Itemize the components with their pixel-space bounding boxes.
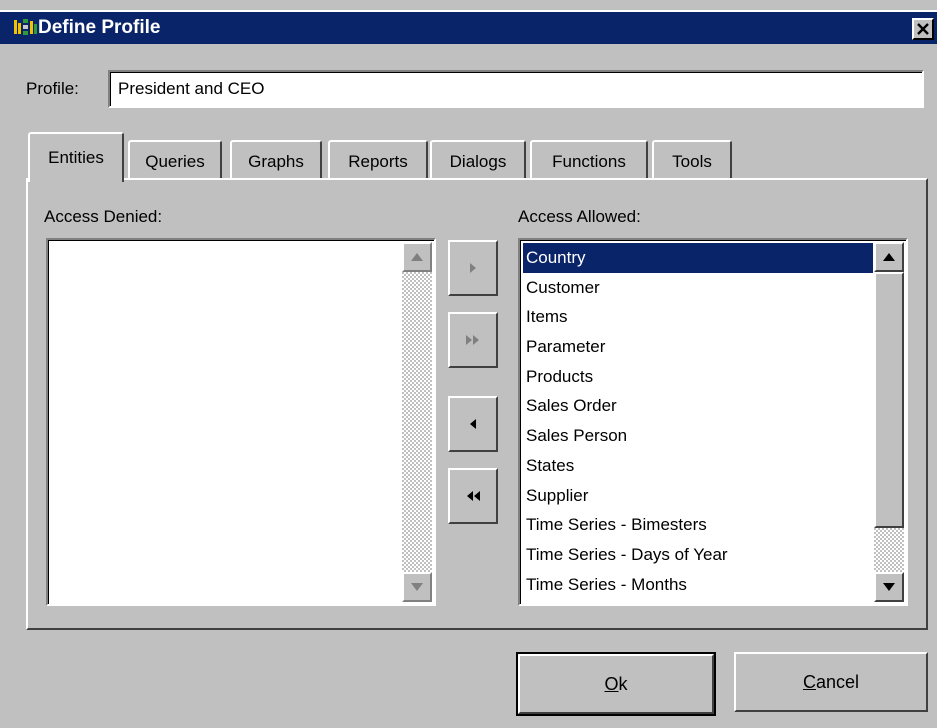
allowed-scroll-thumb[interactable] <box>874 272 904 528</box>
access-allowed-caption: Access Allowed: <box>518 207 641 226</box>
denied-scroll-up-button[interactable] <box>402 242 432 272</box>
list-item[interactable]: Items <box>523 302 873 332</box>
tab-label: Functions <box>552 152 626 171</box>
arrow-right-icon <box>470 263 476 273</box>
add-all-button[interactable] <box>448 312 498 368</box>
list-item[interactable]: Time Series - Days of Year <box>523 540 873 570</box>
tab-functions[interactable]: Functions <box>530 140 648 182</box>
scroll-up-arrow-icon <box>883 253 895 261</box>
profile-input[interactable] <box>108 70 924 108</box>
tab-queries[interactable]: Queries <box>128 140 222 182</box>
tab-label: Queries <box>145 152 205 171</box>
tab-graphs[interactable]: Graphs <box>230 140 322 182</box>
window-title: Define Profile <box>38 17 161 38</box>
title-bar[interactable]: Define Profile <box>0 10 937 44</box>
allowed-scroll-up-button[interactable] <box>874 242 904 272</box>
denied-scrollbar[interactable] <box>402 242 432 602</box>
cancel-label: Cancel <box>802 671 860 692</box>
access-denied-list[interactable] <box>46 238 436 606</box>
tab-label: Dialogs <box>449 152 507 171</box>
close-icon <box>917 23 929 35</box>
tab-label: Entities <box>48 148 104 167</box>
list-item[interactable]: Products <box>523 362 873 392</box>
close-button[interactable] <box>912 18 934 40</box>
tab-label: Tools <box>672 152 712 171</box>
tab-label: Graphs <box>248 152 304 171</box>
tab-dialogs[interactable]: Dialogs <box>430 140 526 182</box>
arrow-left-icon <box>470 419 476 429</box>
list-item[interactable]: States <box>523 451 873 481</box>
tab-entities[interactable]: Entities <box>28 132 124 182</box>
allowed-scrollbar[interactable] <box>874 242 904 602</box>
list-item[interactable]: Sales Person <box>523 421 873 451</box>
tab-label: Reports <box>348 152 408 171</box>
scroll-down-arrow-icon <box>883 583 895 591</box>
add-selected-button[interactable] <box>448 240 498 296</box>
list-item[interactable]: Supplier <box>523 481 873 511</box>
double-arrow-left-icon <box>467 491 480 501</box>
allowed-items: Country Customer Items Parameter Product… <box>523 243 873 599</box>
list-item[interactable]: Customer <box>523 273 873 303</box>
remove-selected-button[interactable] <box>448 396 498 452</box>
tab-reports[interactable]: Reports <box>328 140 428 182</box>
double-arrow-right-icon <box>466 335 479 345</box>
scroll-up-arrow-icon <box>411 253 423 261</box>
remove-all-button[interactable] <box>448 468 498 524</box>
denied-scroll-down-button[interactable] <box>402 572 432 602</box>
profile-label: Profile: <box>26 79 79 98</box>
access-allowed-list[interactable]: Country Customer Items Parameter Product… <box>518 238 908 606</box>
ok-label: Ok <box>604 673 628 694</box>
list-item[interactable]: Country <box>523 243 873 273</box>
tab-tools[interactable]: Tools <box>652 140 732 182</box>
app-icon <box>14 18 38 38</box>
ok-button[interactable]: Ok <box>516 652 716 716</box>
access-denied-caption: Access Denied: <box>44 207 163 226</box>
list-item[interactable]: Time Series - Bimesters <box>523 510 873 540</box>
list-item[interactable]: Parameter <box>523 332 873 362</box>
list-item[interactable]: Time Series - Months <box>523 570 873 600</box>
scroll-down-arrow-icon <box>411 583 423 591</box>
allowed-scroll-down-button[interactable] <box>874 572 904 602</box>
list-item[interactable]: Sales Order <box>523 391 873 421</box>
cancel-button[interactable]: Cancel <box>734 652 928 712</box>
